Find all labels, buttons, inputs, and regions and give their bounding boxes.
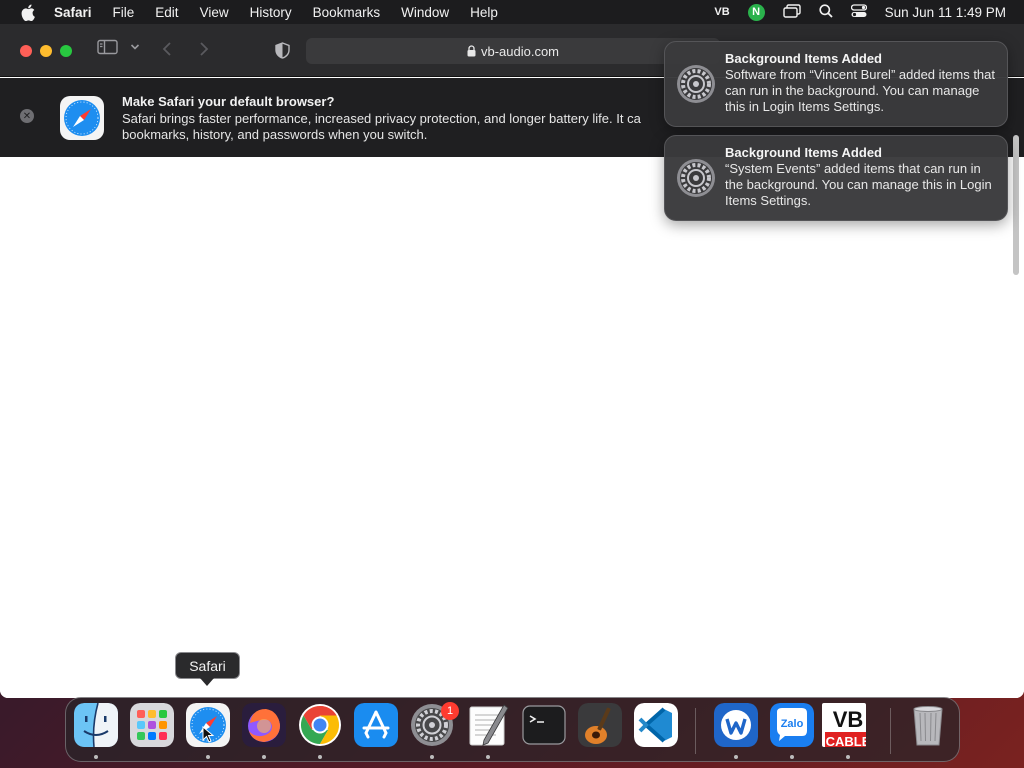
system-settings-gear-icon [676,64,716,104]
safari-compass-icon [60,96,104,140]
notification-background-items-2[interactable]: Background Items Added “System Events” a… [664,135,1008,221]
back-arrow-icon[interactable] [162,41,172,57]
running-indicator [206,755,210,759]
zalo-icon[interactable]: Zalo [770,703,814,747]
chrome-icon[interactable] [298,703,342,747]
dock-divider [695,708,696,754]
app-store-icon[interactable] [354,703,398,747]
vb-cable-label-top: VB [833,707,864,732]
window-maximize-button[interactable] [60,45,72,57]
window-switcher-icon[interactable] [782,3,801,21]
notification-title: Background Items Added [725,145,882,160]
menu-edit[interactable]: Edit [155,5,178,20]
dock-tooltip: Safari [175,652,240,679]
notification-title: Background Items Added [725,51,882,66]
running-indicator [94,755,98,759]
menu-bookmarks[interactable]: Bookmarks [313,5,381,20]
menu-file[interactable]: File [113,5,135,20]
finder-icon[interactable] [74,703,118,747]
garageband-icon[interactable] [578,703,622,747]
webex-icon[interactable] [714,703,758,747]
banner-text-line-2: bookmarks, history, and passwords when y… [122,127,428,142]
firefox-icon[interactable] [242,703,286,747]
dock-tooltip-arrow [200,678,214,686]
banner-text: Safari brings faster performance, increa… [122,111,682,143]
running-indicator [790,755,794,759]
vscode-icon[interactable] [634,703,678,747]
zalo-label: Zalo [781,718,804,730]
apple-menu-icon[interactable] [18,2,38,22]
address-bar[interactable]: vb-audio.com [306,38,720,64]
dock-divider [890,708,891,754]
chevron-down-icon[interactable] [130,43,140,51]
vb-status-icon[interactable]: VB [714,6,729,18]
notification-body: Software from “Vincent Burel” added item… [725,67,995,114]
banner-close-button[interactable]: ✕ [20,109,34,123]
mouse-cursor-icon [202,725,215,749]
menu-safari[interactable]: Safari [54,5,92,20]
textedit-icon[interactable] [466,703,510,747]
running-indicator [846,755,850,759]
menu-clock[interactable]: Sun Jun 11 1:49 PM [885,5,1006,20]
notification-body: “System Events” added items that can run… [725,161,992,208]
menu-bar: Safari File Edit View History Bookmarks … [0,0,1024,24]
menu-view[interactable]: View [200,5,229,20]
vertical-scrollbar[interactable] [1011,135,1021,675]
spotlight-search-icon[interactable] [819,3,833,21]
running-indicator [318,755,322,759]
scrollbar-thumb[interactable] [1013,135,1019,275]
notification-background-items-1[interactable]: Background Items Added Software from “Vi… [664,41,1008,127]
vb-cable-icon[interactable]: VB CABLE [822,703,866,747]
trash-icon[interactable] [906,703,950,747]
privacy-shield-icon[interactable] [275,42,290,59]
forward-arrow-icon[interactable] [199,41,209,57]
menu-help[interactable]: Help [470,5,498,20]
running-indicator [430,755,434,759]
sidebar-toggle-icon[interactable] [97,39,118,55]
running-indicator [734,755,738,759]
dock: 1 Zalo VB CABLE [65,697,960,762]
address-url: vb-audio.com [480,43,560,59]
system-settings-gear-icon [676,158,716,198]
lock-icon [467,45,476,57]
launchpad-icon[interactable] [130,703,174,747]
control-center-icon[interactable] [850,3,867,21]
n-status-icon[interactable]: N [747,3,765,21]
page-content[interactable] [0,157,1024,698]
running-indicator [486,755,490,759]
running-indicator [262,755,266,759]
vb-cable-label-bottom: CABLE [826,734,866,747]
window-close-button[interactable] [20,45,32,57]
window-minimize-button[interactable] [40,45,52,57]
banner-text-line-1: Safari brings faster performance, increa… [122,111,641,126]
terminal-icon[interactable] [522,703,566,747]
menu-window[interactable]: Window [401,5,449,20]
banner-title: Make Safari your default browser? [122,94,335,109]
menu-history[interactable]: History [250,5,292,20]
notification-badge: 1 [441,702,459,720]
